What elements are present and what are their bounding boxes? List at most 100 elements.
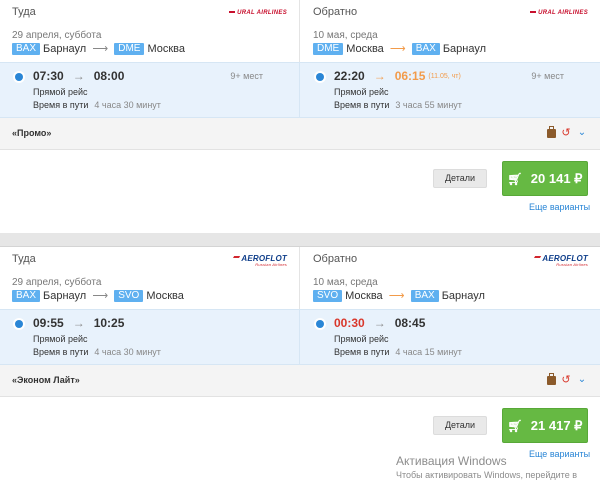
- segment-row: 07:30 → 08:00 9+ мест Прямой рейс Время …: [0, 62, 600, 119]
- arrow-right-icon: →: [72, 316, 85, 330]
- flight-date: 10 мая, среда: [313, 277, 378, 288]
- city-name: Москва: [345, 289, 383, 302]
- chevron-down-icon[interactable]: ⌄: [576, 127, 588, 139]
- direction-label: Обратно: [313, 6, 358, 18]
- travel-time: Время в пути 4 часа 30 минут: [33, 100, 161, 110]
- segment-row: 09:55 → 10:25 Прямой рейс Время в пути 4 …: [0, 309, 600, 366]
- direction-label: Туда: [12, 253, 36, 265]
- price: 20 141 ₽: [530, 170, 583, 186]
- chevron-down-icon[interactable]: ⌄: [576, 374, 588, 386]
- segment-radio[interactable]: [316, 73, 324, 81]
- arrival-time: 08:00: [93, 69, 125, 83]
- direction-label: Туда: [12, 6, 36, 18]
- arrow-right-icon: ⟶: [389, 43, 406, 55]
- travel-time: Время в пути 3 часа 55 минут: [334, 100, 462, 110]
- airport-code: BAX: [410, 289, 439, 302]
- more-options-link[interactable]: Еще варианты: [529, 449, 590, 459]
- flight-times: 09:55 → 10:25: [33, 316, 124, 330]
- shopping-cart-icon: 🛒︎: [507, 418, 523, 433]
- direct-flight-label: Прямой рейс: [33, 87, 88, 97]
- airport-code: BAX: [12, 42, 41, 55]
- offer-header: Туда URAL AIRLINES 29 апреля, суббота BA…: [0, 0, 600, 62]
- city-name: Барнаул: [441, 289, 485, 302]
- city-name: Барнаул: [43, 42, 87, 55]
- return-segment[interactable]: 22:20 → 06:15 (11.05, чт) 9+ мест Прямой…: [300, 63, 600, 119]
- seats-available: 9+ мест: [531, 71, 564, 81]
- route: SVO Москва ⟶ BAX Барнаул: [313, 289, 485, 302]
- airline-logo: AEROFLOT Russian Airlines: [533, 252, 588, 268]
- arrow-right-icon: →: [373, 69, 386, 83]
- airport-code: BAX: [411, 42, 440, 55]
- flight-times: 00:30 → 08:45: [334, 316, 425, 330]
- windows-activation-title: Активация Windows: [396, 454, 507, 468]
- return-segment[interactable]: 00:30 → 08:45 Прямой рейс Время в пути 4 …: [300, 310, 600, 366]
- more-options-link[interactable]: Еще варианты: [529, 202, 590, 212]
- tariff-name: «Эконом Лайт»: [12, 375, 80, 385]
- buy-button[interactable]: 🛒︎ 21 417 ₽: [502, 408, 588, 443]
- airline-logo: URAL AIRLINES: [530, 5, 588, 21]
- flight-date: 29 апреля, суббота: [12, 30, 102, 41]
- return-header: Обратно URAL AIRLINES 10 мая, среда DME …: [300, 0, 600, 62]
- segment-radio[interactable]: [316, 320, 324, 328]
- segment-radio[interactable]: [15, 73, 23, 81]
- baggage-icon: [547, 125, 556, 138]
- segment-radio[interactable]: [15, 320, 23, 328]
- city-name: Москва: [147, 42, 186, 55]
- direct-flight-label: Прямой рейс: [334, 334, 389, 344]
- return-header: Обратно AEROFLOT Russian Airlines 10 мая,…: [300, 247, 600, 309]
- departure-time: 07:30: [33, 69, 64, 83]
- buy-button[interactable]: 🛒︎ 20 141 ₽: [502, 161, 588, 196]
- departure-time: 00:30: [334, 316, 365, 330]
- arrival-time: 08:45: [394, 316, 426, 330]
- arrow-right-icon: ⟶: [388, 290, 405, 302]
- offer-header: Туда AEROFLOT Russian Airlines 29 апреля,…: [0, 247, 600, 309]
- tariff-name: «Промо»: [12, 128, 52, 138]
- city-name: Барнаул: [43, 289, 87, 302]
- arrival-time: 06:15: [394, 69, 426, 83]
- airport-code: SVO: [313, 289, 343, 302]
- airport-code: BAX: [12, 289, 41, 302]
- direct-flight-label: Прямой рейс: [334, 87, 389, 97]
- offer-card-1: Туда URAL AIRLINES 29 апреля, суббота BA…: [0, 0, 600, 233]
- arrival-time: 10:25: [93, 316, 125, 330]
- departure-time: 22:20: [334, 69, 365, 83]
- direct-flight-label: Прямой рейс: [33, 334, 88, 344]
- outbound-header: Туда AEROFLOT Russian Airlines 29 апреля,…: [0, 247, 300, 309]
- airline-logo: AEROFLOT Russian Airlines: [232, 252, 287, 268]
- arrow-right-icon: ⟶: [92, 43, 109, 55]
- shopping-cart-icon: 🛒︎: [507, 171, 523, 186]
- flight-times: 22:20 → 06:15 (11.05, чт): [334, 69, 461, 83]
- tariff-icons: ↺ ⌄: [547, 372, 588, 386]
- route: DME Москва ⟶ BAX Барнаул: [313, 42, 486, 55]
- departure-time: 09:55: [33, 316, 64, 330]
- tariff-icons: ↺ ⌄: [547, 125, 588, 139]
- route: BAX Барнаул ⟶ SVO Москва: [12, 289, 184, 302]
- details-button[interactable]: Детали: [433, 169, 487, 188]
- price-row: Детали 🛒︎ 20 141 ₽ Еще варианты: [0, 150, 600, 230]
- details-button[interactable]: Детали: [433, 416, 487, 435]
- arrow-right-icon: ⟶: [92, 290, 109, 302]
- card-separator: [0, 233, 600, 247]
- travel-time: Время в пути 4 часа 30 минут: [33, 347, 161, 357]
- city-name: Барнаул: [442, 42, 487, 55]
- city-name: Москва: [346, 42, 384, 55]
- airport-code: DME: [114, 42, 145, 55]
- airline-logo: URAL AIRLINES: [229, 5, 287, 21]
- city-name: Москва: [146, 289, 184, 302]
- outbound-segment[interactable]: 07:30 → 08:00 9+ мест Прямой рейс Время …: [0, 63, 300, 119]
- price: 21 417 ₽: [530, 417, 583, 433]
- flight-date: 29 апреля, суббота: [12, 277, 102, 288]
- travel-time: Время в пути 4 часа 15 минут: [334, 347, 462, 357]
- price-row: Детали 🛒︎ 21 417 ₽ Еще варианты: [0, 397, 600, 477]
- airport-code: SVO: [114, 289, 144, 302]
- no-refund-icon: ↺: [561, 374, 571, 386]
- no-refund-icon: ↺: [561, 127, 571, 139]
- arrow-right-icon: →: [72, 69, 85, 83]
- direction-label: Обратно: [313, 253, 358, 265]
- windows-activation-subtitle: Чтобы активировать Windows, перейдите в: [396, 470, 577, 480]
- outbound-segment[interactable]: 09:55 → 10:25 Прямой рейс Время в пути 4 …: [0, 310, 300, 366]
- tariff-row[interactable]: «Промо» ↺ ⌄: [0, 118, 600, 150]
- tariff-row[interactable]: «Эконом Лайт» ↺ ⌄: [0, 365, 600, 397]
- next-day-note: (11.05, чт): [428, 72, 461, 80]
- offer-card-2: Туда AEROFLOT Russian Airlines 29 апреля,…: [0, 247, 600, 485]
